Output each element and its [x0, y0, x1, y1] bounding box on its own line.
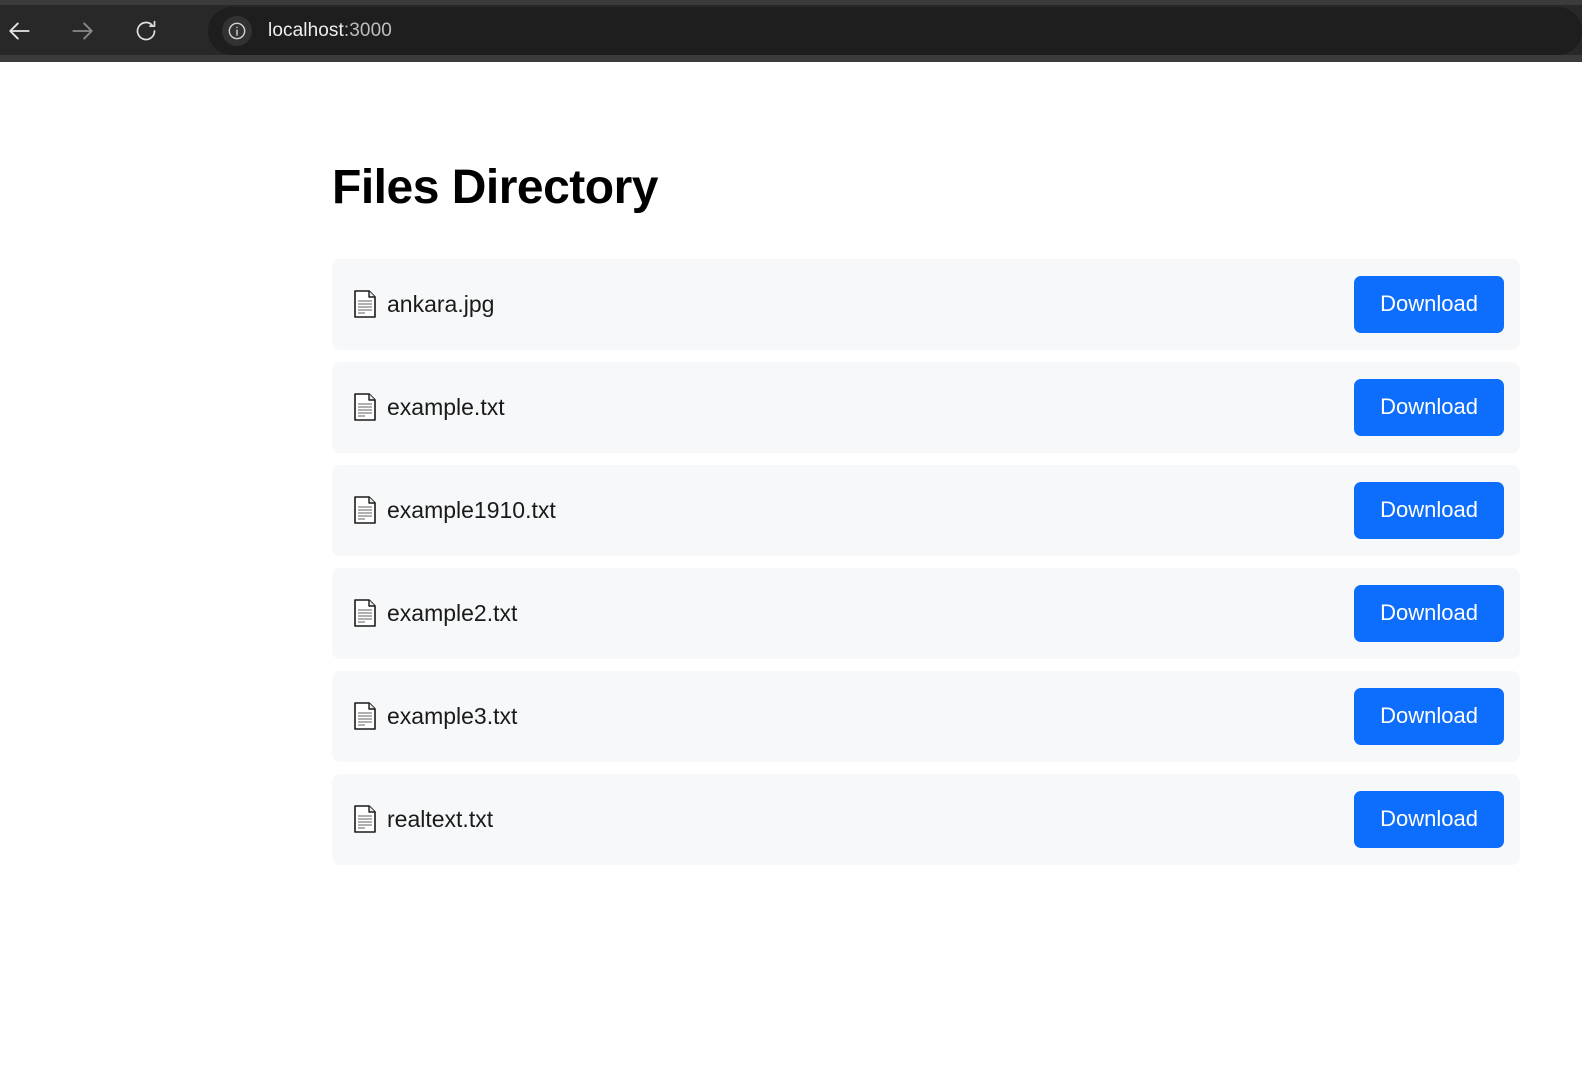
forward-button[interactable] — [58, 7, 106, 55]
download-button[interactable]: Download — [1354, 481, 1504, 539]
url-host: localhost — [268, 20, 344, 41]
back-button[interactable] — [0, 7, 44, 55]
file-info: example.txt — [353, 393, 505, 422]
file-info: realtext.txt — [353, 805, 494, 834]
browser-toolbar: localhost:3000 — [0, 0, 1582, 62]
download-button[interactable]: Download — [1354, 790, 1504, 848]
document-icon — [353, 393, 377, 422]
url-port: :3000 — [343, 20, 392, 41]
download-button[interactable]: Download — [1354, 687, 1504, 745]
document-icon — [353, 805, 377, 834]
file-row[interactable]: ankara.jpg Download — [332, 258, 1520, 350]
file-name: example3.txt — [387, 702, 518, 729]
download-button[interactable]: Download — [1354, 584, 1504, 642]
file-info: example2.txt — [353, 599, 518, 628]
info-circle-icon[interactable] — [222, 16, 252, 46]
document-icon — [353, 496, 377, 525]
address-bar[interactable]: localhost:3000 — [208, 7, 1582, 55]
file-row[interactable]: realtext.txt Download — [332, 773, 1520, 865]
document-icon — [353, 702, 377, 731]
document-icon — [353, 599, 377, 628]
download-button[interactable]: Download — [1354, 378, 1504, 436]
file-row[interactable]: example1910.txt Download — [332, 464, 1520, 556]
arrow-left-icon — [7, 18, 33, 44]
file-name: ankara.jpg — [387, 290, 495, 317]
page-viewport: Files Directory ankara.jpg Download exam… — [0, 62, 1582, 1069]
file-info: ankara.jpg — [353, 290, 495, 319]
file-info: example3.txt — [353, 702, 518, 731]
download-button[interactable]: Download — [1354, 275, 1504, 333]
file-row[interactable]: example3.txt Download — [332, 670, 1520, 762]
arrow-right-icon — [69, 18, 95, 44]
document-icon — [353, 290, 377, 319]
file-row[interactable]: example2.txt Download — [332, 567, 1520, 659]
page-title: Files Directory — [332, 161, 658, 214]
content-container: Files Directory ankara.jpg Download exam… — [332, 62, 1520, 865]
chrome-bottom-strip — [0, 55, 1582, 62]
file-name: example2.txt — [387, 599, 518, 626]
navigation-buttons — [0, 6, 170, 56]
file-name: example1910.txt — [387, 496, 556, 523]
address-bar-text: localhost:3000 — [268, 20, 392, 42]
file-info: example1910.txt — [353, 496, 556, 525]
reload-icon — [134, 19, 158, 43]
chrome-top-strip — [0, 0, 1582, 5]
file-name: example.txt — [387, 393, 505, 420]
file-row[interactable]: example.txt Download — [332, 361, 1520, 453]
file-list: ankara.jpg Download example.txt Download… — [332, 258, 1520, 865]
reload-button[interactable] — [122, 7, 170, 55]
file-name: realtext.txt — [387, 805, 494, 832]
